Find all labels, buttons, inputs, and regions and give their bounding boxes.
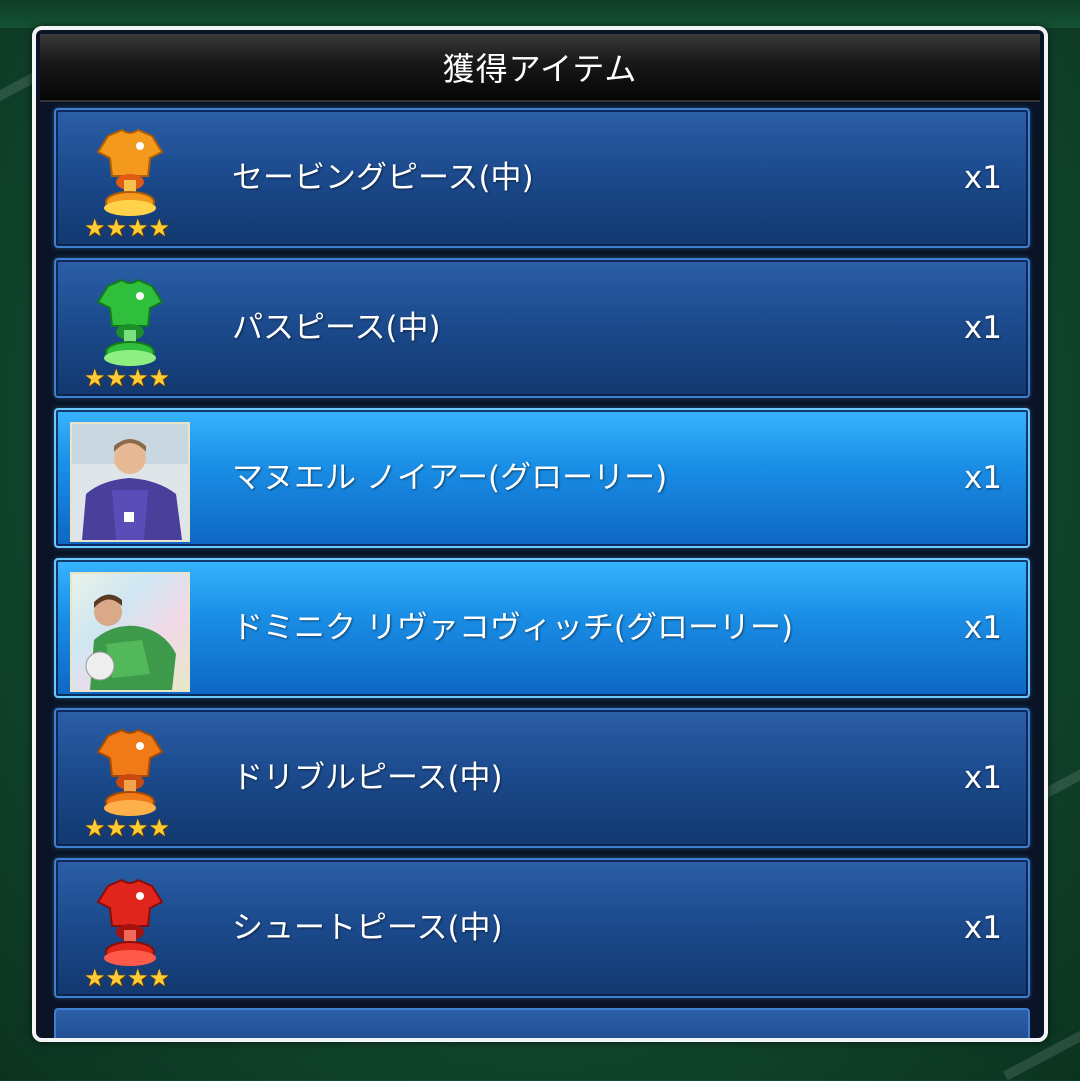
item-name: シュートピース(中) [232, 910, 503, 946]
list-item[interactable]: ★★★★ シュートピース(中) x1 [54, 858, 1030, 998]
player-photo [70, 572, 190, 692]
acquired-items-dialog: 獲得アイテム ★★★★ セービングピース(中) x1 ★★★★ パスピース(中)… [32, 26, 1048, 1042]
item-quantity: x1 [963, 760, 1002, 796]
list-item[interactable]: ドミニク リヴァコヴィッチ(グローリー) x1 [54, 558, 1030, 698]
item-quantity: x1 [963, 310, 1002, 346]
item-quantity: x1 [963, 610, 1002, 646]
jersey-trophy-icon: ★★★★ [70, 872, 190, 992]
rarity-stars: ★★★★ [84, 814, 171, 842]
item-quantity: x1 [963, 160, 1002, 196]
list-item[interactable]: マヌエル ノイアー(グローリー) x1 [54, 408, 1030, 548]
item-quantity: x1 [963, 910, 1002, 946]
rarity-stars: ★★★★ [84, 364, 171, 392]
list-item[interactable]: ★★★★ パスピース(中) x1 [54, 258, 1030, 398]
dialog-title: 獲得アイテム [40, 34, 1040, 102]
player-photo [70, 422, 190, 542]
list-item-partial[interactable] [54, 1008, 1030, 1038]
rarity-stars: ★★★★ [84, 214, 171, 242]
jersey-trophy-icon: ★★★★ [70, 122, 190, 242]
item-name: ドリブルピース(中) [232, 760, 503, 796]
background-top-bar [0, 0, 1080, 28]
item-name: パスピース(中) [232, 310, 441, 346]
player-card-icon [70, 572, 190, 692]
list-item[interactable]: ★★★★ セービングピース(中) x1 [54, 108, 1030, 248]
item-name: マヌエル ノイアー(グローリー) [232, 460, 668, 496]
list-item[interactable]: ★★★★ ドリブルピース(中) x1 [54, 708, 1030, 848]
item-name: ドミニク リヴァコヴィッチ(グローリー) [232, 610, 794, 646]
player-card-icon [70, 422, 190, 542]
jersey-trophy-icon: ★★★★ [70, 272, 190, 392]
item-quantity: x1 [963, 460, 1002, 496]
item-name: セービングピース(中) [232, 160, 534, 196]
jersey-trophy-icon: ★★★★ [70, 722, 190, 842]
rarity-stars: ★★★★ [84, 964, 171, 992]
item-list[interactable]: ★★★★ セービングピース(中) x1 ★★★★ パスピース(中) x1 マヌエ… [54, 108, 1030, 1008]
